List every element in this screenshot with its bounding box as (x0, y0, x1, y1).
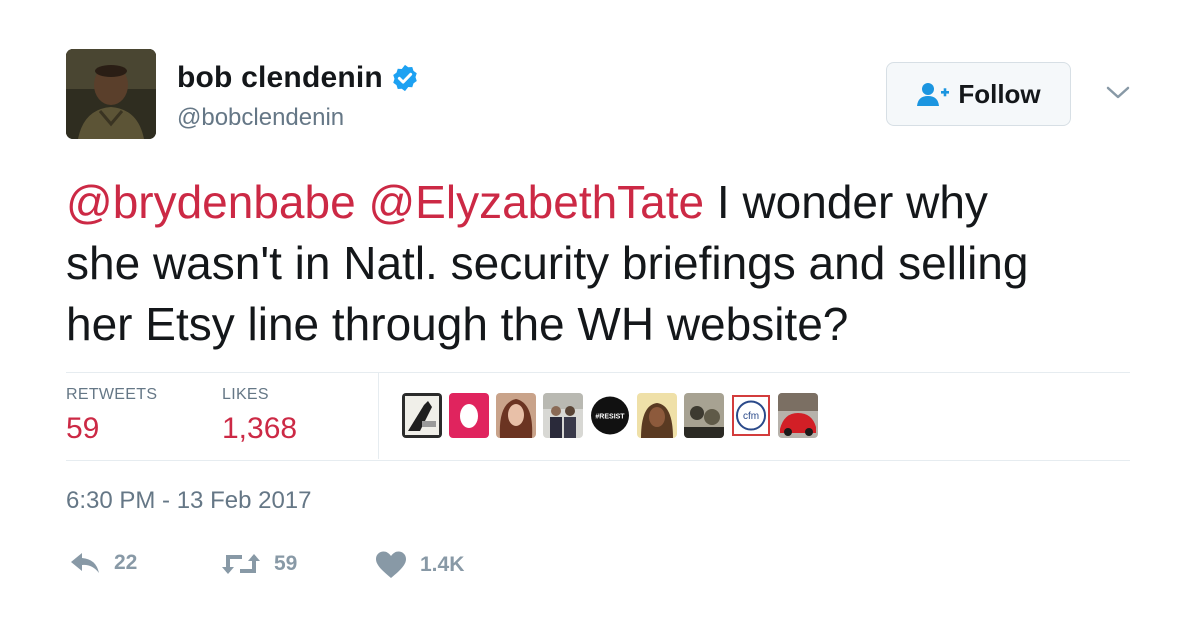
liker-avatar[interactable]: #RESIST (590, 393, 630, 438)
retweets-label[interactable]: RETWEETS (66, 386, 157, 404)
tweet-text-line-2: she wasn't in Natl. security briefings a… (66, 237, 1029, 289)
likes-count[interactable]: 1,368 (222, 412, 297, 446)
like-count: 1.4K (420, 553, 465, 576)
reply-count: 22 (114, 551, 138, 574)
like-button[interactable]: 1.4K (374, 550, 464, 580)
liker-avatar[interactable] (543, 393, 583, 438)
liker-avatar[interactable] (402, 393, 442, 438)
mention-link[interactable]: @ElyzabethTate (368, 176, 704, 228)
retweet-count: 59 (274, 552, 298, 575)
retweets-count[interactable]: 59 (66, 412, 99, 446)
likes-label[interactable]: LIKES (222, 386, 269, 404)
user-handle[interactable]: @bobclendenin (177, 104, 344, 132)
display-name-row[interactable]: bob clendenin (177, 58, 420, 98)
tweet-card: bob clendenin @bobclendenin Follow @bryd… (0, 0, 1200, 634)
avatar[interactable] (66, 49, 156, 139)
liker-avatar[interactable] (684, 393, 724, 438)
mention-link[interactable]: @brydenbabe (66, 176, 356, 228)
liker-avatars: #RESIST cfm (402, 393, 818, 438)
liker-avatar[interactable] (778, 393, 818, 438)
follow-label: Follow (958, 78, 1041, 109)
heart-icon (376, 551, 406, 578)
tweet-text-line-1: @brydenbabe @ElyzabethTate I wonder why (66, 172, 1146, 233)
display-name[interactable]: bob clendenin (177, 61, 383, 95)
reply-icon (71, 553, 99, 573)
liker-badge-text: cfm (743, 411, 759, 422)
follow-button[interactable]: Follow (886, 62, 1071, 126)
tweet-timestamp[interactable]: 6:30 PM - 13 Feb 2017 (66, 487, 311, 515)
divider (66, 372, 1130, 373)
add-user-icon (917, 83, 950, 106)
reply-button[interactable]: 22 (68, 550, 137, 576)
liker-avatar[interactable] (496, 393, 536, 438)
liker-avatar[interactable]: cfm (731, 393, 771, 438)
retweet-button[interactable]: 59 (220, 550, 297, 578)
liker-badge-text: #RESIST (595, 414, 625, 421)
tweet-text: @brydenbabe @ElyzabethTate I wonder why … (66, 172, 1146, 355)
stats-separator (378, 373, 379, 459)
liker-avatar[interactable] (637, 393, 677, 438)
liker-avatar[interactable] (449, 393, 489, 438)
tweet-text-fragment: I wonder why (704, 176, 988, 228)
divider (66, 460, 1130, 461)
tweet-text-line-3: her Etsy line through the WH website? (66, 298, 849, 350)
verified-badge-icon (393, 64, 417, 92)
avatar-image (66, 49, 156, 139)
retweet-icon (222, 554, 260, 574)
chevron-down-icon[interactable] (1104, 84, 1132, 102)
